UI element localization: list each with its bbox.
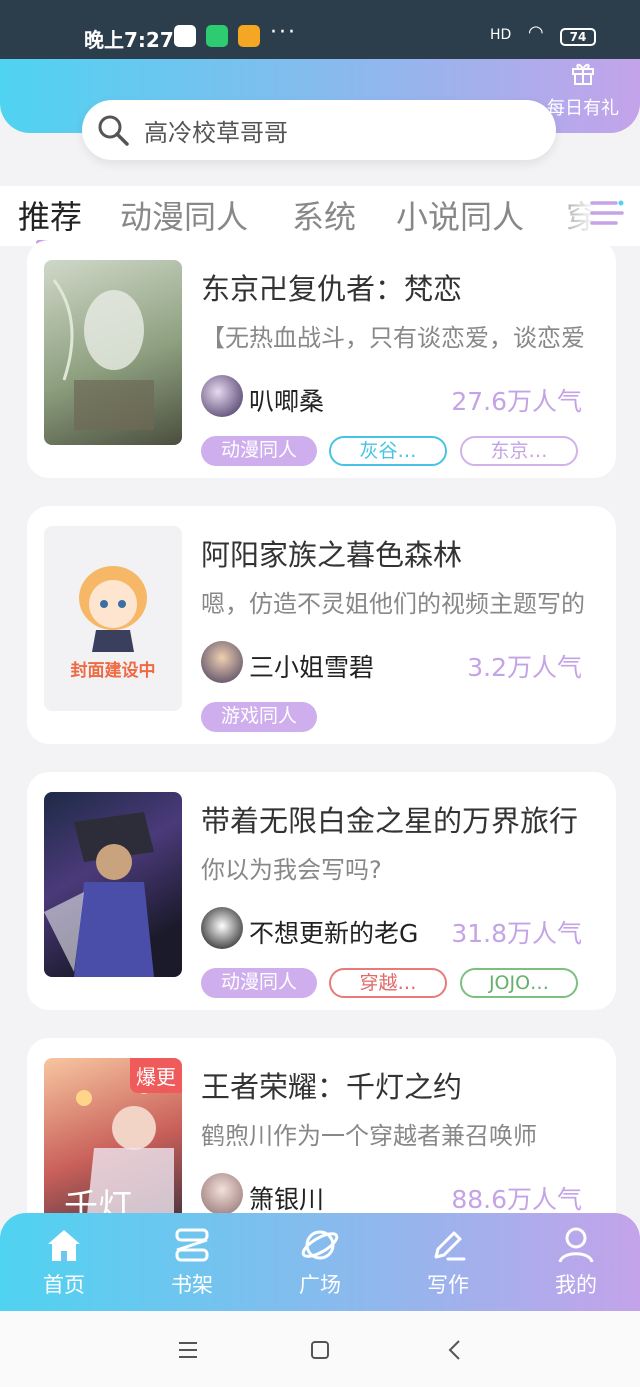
book-title: 带着无限白金之星的万界旅行 <box>201 804 579 838</box>
tag[interactable]: 游戏同人 <box>201 702 317 732</box>
nav-profile[interactable]: 我的 <box>531 1225 621 1299</box>
search-icon <box>98 115 129 146</box>
nav-label: 广场 <box>299 1273 341 1297</box>
book-title: 阿阳家族之暮色森林 <box>201 538 463 572</box>
more-notifications-icon: ··· <box>270 20 297 45</box>
tag[interactable]: 穿越… <box>329 968 447 998</box>
author-avatar[interactable] <box>201 1173 243 1215</box>
book-description: 嗯，仿造不灵姐他们的视频主题写的 <box>201 590 585 618</box>
note-icon <box>238 25 260 47</box>
home-icon <box>48 1230 80 1261</box>
planet-icon <box>301 1230 339 1260</box>
menu-icon[interactable] <box>173 1335 203 1365</box>
tab-system[interactable]: 系统 <box>292 192 356 238</box>
notification-icons <box>174 25 260 47</box>
book-card[interactable]: 带着无限白金之星的万界旅行 你以为我会写吗? 不想更新的老G 31.8万人气 动… <box>27 772 616 1010</box>
popularity: 31.8万人气 <box>451 919 582 948</box>
user-icon <box>558 1227 594 1263</box>
author-name[interactable]: 箫银川 <box>249 1180 324 1216</box>
bottom-navigation: 首页 书架 广场 写作 我的 <box>0 1213 640 1311</box>
nav-square[interactable]: 广场 <box>275 1225 365 1299</box>
book-cover[interactable] <box>44 792 182 977</box>
book-card[interactable]: 千灯 爆更 王者荣耀：千灯之约 鹤煦川作为一个穿越者兼召唤师 箫银川 88.6万… <box>27 1038 616 1243</box>
book-card[interactable]: 东京卍复仇者：梵恋 【无热血战斗，只有谈恋爱，谈恋爱 叭唧桑 27.6万人气 动… <box>27 240 616 478</box>
tag[interactable]: 动漫同人 <box>201 436 317 466</box>
nav-label: 书架 <box>171 1273 213 1297</box>
category-tabs: 推荐 动漫同人 系统 小说同人 穿越 <box>0 186 640 246</box>
signal-icon: HD <box>490 27 512 43</box>
cover-placeholder-text: 封面建设中 <box>70 661 156 681</box>
wifi-icon: ◠ <box>528 22 544 43</box>
search-bar[interactable]: 高冷校草哥哥 <box>82 100 556 160</box>
home-button-icon[interactable] <box>305 1335 335 1365</box>
tab-recommend[interactable]: 推荐 <box>18 192 82 238</box>
book-title: 王者荣耀：千灯之约 <box>201 1070 463 1104</box>
status-time: 晚上7:27 <box>84 28 174 52</box>
tag[interactable]: 灰谷… <box>329 436 447 466</box>
tag[interactable]: 动漫同人 <box>201 968 317 998</box>
tab-novel-fanfic[interactable]: 小说同人 <box>396 192 524 238</box>
tab-anime-fanfic[interactable]: 动漫同人 <box>120 192 248 238</box>
author-name[interactable]: 不想更新的老G <box>249 914 418 950</box>
bookshelf-icon <box>175 1228 209 1262</box>
nav-label: 写作 <box>427 1273 469 1297</box>
author-avatar[interactable] <box>201 907 243 949</box>
author-avatar[interactable] <box>201 375 243 417</box>
daily-gift-button[interactable]: 每日有礼 <box>538 60 628 120</box>
book-description: 鹤煦川作为一个穿越者兼召唤师 <box>201 1122 537 1150</box>
book-description: 你以为我会写吗? <box>201 856 382 884</box>
author-name[interactable]: 三小姐雪碧 <box>249 648 374 684</box>
book-cover[interactable]: 封面建设中 <box>44 526 182 711</box>
tag[interactable]: 东京… <box>460 436 578 466</box>
hot-update-badge: 爆更 <box>130 1058 182 1093</box>
popularity: 3.2万人气 <box>467 653 582 682</box>
popularity: 88.6万人气 <box>451 1185 582 1214</box>
gift-icon <box>572 63 594 85</box>
author-avatar[interactable] <box>201 641 243 683</box>
shield-icon <box>206 25 228 47</box>
book-cover[interactable] <box>44 260 182 445</box>
book-title: 东京卍复仇者：梵恋 <box>201 272 463 306</box>
author-name[interactable]: 叭唧桑 <box>249 382 324 418</box>
pen-icon <box>434 1231 466 1261</box>
category-menu-icon[interactable] <box>590 198 624 228</box>
book-description: 【无热血战斗，只有谈恋爱，谈恋爱 <box>201 324 585 352</box>
book-card[interactable]: 封面建设中 阿阳家族之暮色森林 嗯，仿造不灵姐他们的视频主题写的 三小姐雪碧 3… <box>27 506 616 744</box>
system-navigation-bar <box>0 1311 640 1387</box>
nav-write[interactable]: 写作 <box>403 1225 493 1299</box>
battery-icon: 74 <box>560 28 596 46</box>
nav-label: 我的 <box>555 1273 597 1297</box>
nav-bookshelf[interactable]: 书架 <box>147 1225 237 1299</box>
popularity: 27.6万人气 <box>451 387 582 416</box>
tag[interactable]: JOJO… <box>460 968 578 998</box>
search-placeholder: 高冷校草哥哥 <box>144 118 288 147</box>
nav-home[interactable]: 首页 <box>19 1225 109 1299</box>
nav-label: 首页 <box>43 1273 85 1297</box>
back-icon[interactable] <box>440 1335 470 1365</box>
qq-icon <box>174 25 196 47</box>
